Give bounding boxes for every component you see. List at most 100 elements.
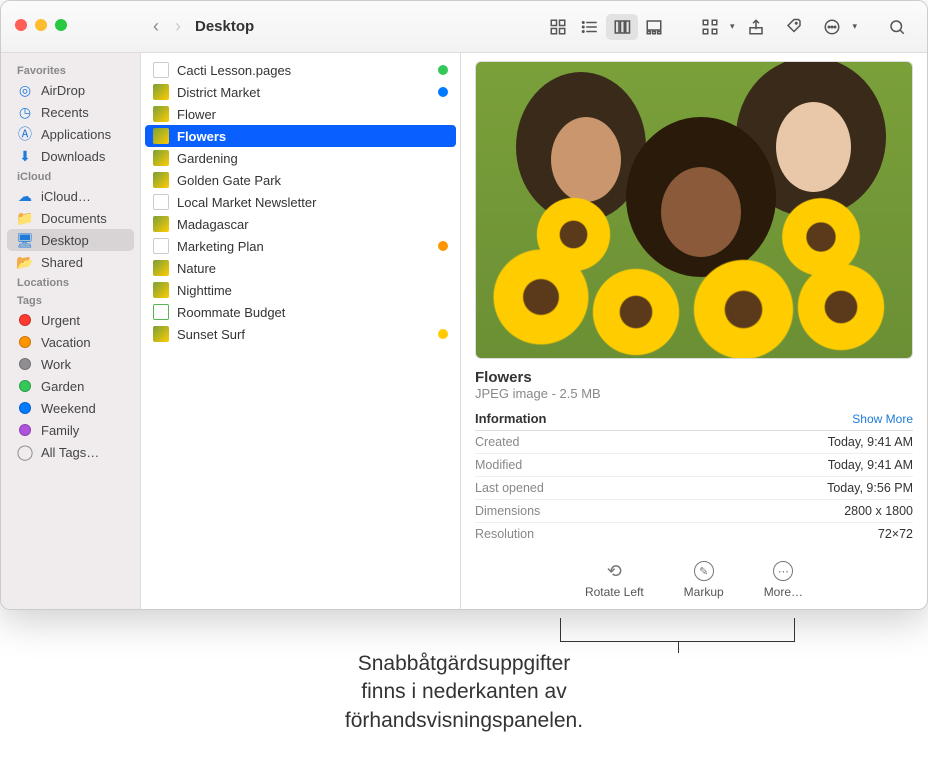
more-button[interactable] — [816, 14, 848, 40]
sidebar-item-label: Family — [41, 423, 79, 438]
sidebar-item-family[interactable]: Family — [1, 419, 140, 441]
file-row[interactable]: Madagascar — [145, 213, 456, 235]
file-name-label: Nature — [177, 261, 448, 276]
minimize-icon[interactable] — [35, 19, 47, 31]
sidebar-item-weekend[interactable]: Weekend — [1, 397, 140, 419]
back-button[interactable]: ‹ — [153, 16, 159, 37]
info-row: Dimensions2800 x 1800 — [475, 499, 913, 522]
markup-button[interactable]: ✎ Markup — [684, 561, 724, 599]
sidebar-item-urgent[interactable]: Urgent — [1, 309, 140, 331]
info-key: Created — [475, 435, 519, 449]
preview-subtitle: JPEG image - 2.5 MB — [475, 386, 913, 401]
file-name-label: Sunset Surf — [177, 327, 430, 342]
tags-button[interactable] — [778, 14, 810, 40]
info-header: Information — [475, 411, 547, 426]
file-thumb-icon — [153, 282, 169, 298]
file-row[interactable]: Gardening — [145, 147, 456, 169]
file-row[interactable]: Nature — [145, 257, 456, 279]
file-row[interactable]: Golden Gate Park — [145, 169, 456, 191]
rotate-icon: ⟲ — [604, 561, 624, 581]
rotate-label: Rotate Left — [585, 585, 644, 599]
sidebar-item-shared[interactable]: 📂 Shared — [1, 251, 140, 273]
markup-label: Markup — [684, 585, 724, 599]
sidebar-item-downloads[interactable]: ⬇Downloads — [1, 145, 140, 167]
tag-dot-icon — [17, 334, 33, 350]
list-view-button[interactable] — [574, 14, 606, 40]
sidebar-item-recents[interactable]: ◷Recents — [1, 101, 140, 123]
close-icon[interactable] — [15, 19, 27, 31]
file-thumb-icon — [153, 84, 169, 100]
sidebar-item-vacation[interactable]: Vacation — [1, 331, 140, 353]
more-label: More… — [764, 585, 803, 599]
file-name-label: Gardening — [177, 151, 448, 166]
annotation-callout: Snabbåtgärdsuppgifter finns i nederkante… — [0, 610, 928, 745]
tag-dot-icon — [17, 400, 33, 416]
share-button[interactable] — [740, 14, 772, 40]
all-tags-icon: ◯ — [17, 444, 33, 460]
sidebar: Favorites◎AirDrop◷RecentsⒶApplications⬇D… — [1, 53, 141, 609]
tag-dot-icon — [17, 356, 33, 372]
file-row[interactable]: Sunset Surf — [145, 323, 456, 345]
sidebar-item-desktop[interactable]: 🖥Desktop — [7, 229, 134, 251]
file-row[interactable]: Flowers — [145, 125, 456, 147]
file-row[interactable]: Local Market Newsletter — [145, 191, 456, 213]
search-button[interactable] — [881, 14, 913, 40]
sidebar-item-applications[interactable]: ⒶApplications — [1, 123, 140, 145]
show-more-button[interactable]: Show More — [852, 412, 913, 426]
file-thumb-icon — [153, 260, 169, 276]
cloud-icon: ☁ — [17, 188, 33, 204]
sidebar-item-label: Desktop — [41, 233, 89, 248]
sidebar-item-label: Weekend — [41, 401, 96, 416]
file-row[interactable]: Flower — [145, 103, 456, 125]
file-tag-dot-icon — [438, 329, 448, 339]
sidebar-item-garden[interactable]: Garden — [1, 375, 140, 397]
icon-view-button[interactable] — [542, 14, 574, 40]
file-row[interactable]: Marketing Plan — [145, 235, 456, 257]
info-value: 72×72 — [878, 527, 913, 541]
preview-image — [475, 61, 913, 359]
sidebar-item-label: Garden — [41, 379, 84, 394]
chevron-down-icon: ▾ — [852, 21, 857, 32]
tag-dot-icon — [17, 312, 33, 328]
file-thumb-icon — [153, 150, 169, 166]
sidebar-item-work[interactable]: Work — [1, 353, 140, 375]
sidebar-item-icloud-[interactable]: ☁iCloud… — [1, 185, 140, 207]
forward-button[interactable]: › — [175, 16, 181, 37]
group-by-button[interactable] — [694, 14, 726, 40]
view-mode-group — [542, 14, 670, 40]
quick-actions: ⟲ Rotate Left ✎ Markup ⋯ More… — [475, 545, 913, 599]
gallery-view-button[interactable] — [638, 14, 670, 40]
sidebar-item-label: Shared — [41, 255, 83, 270]
sidebar-item-all-tags-[interactable]: ◯All Tags… — [1, 441, 140, 463]
info-key: Last opened — [475, 481, 544, 495]
window-title: Desktop — [195, 18, 254, 35]
callout-bracket — [560, 618, 795, 642]
column-view-button[interactable] — [606, 14, 638, 40]
file-tag-dot-icon — [438, 65, 448, 75]
tag-dot-icon — [17, 422, 33, 438]
sidebar-item-documents[interactable]: 📁 Documents — [1, 207, 140, 229]
titlebar: ‹ › Desktop ▾ ▾ — [1, 1, 927, 53]
file-row[interactable]: Nighttime — [145, 279, 456, 301]
info-value: Today, 9:41 AM — [828, 435, 913, 449]
file-thumb-icon — [153, 216, 169, 232]
file-row[interactable]: District Market — [145, 81, 456, 103]
preview-pane: Flowers JPEG image - 2.5 MB Information … — [461, 53, 927, 609]
file-name-label: Local Market Newsletter — [177, 195, 448, 210]
apps-icon: Ⓐ — [17, 126, 33, 142]
sidebar-item-label: Documents — [41, 211, 107, 226]
file-name-label: Flower — [177, 107, 448, 122]
sidebar-item-airdrop[interactable]: ◎AirDrop — [1, 79, 140, 101]
sidebar-item-label: Vacation — [41, 335, 91, 350]
more-actions-button[interactable]: ⋯ More… — [764, 561, 803, 599]
folder-icon: 📁 — [17, 210, 33, 226]
rotate-left-button[interactable]: ⟲ Rotate Left — [585, 561, 644, 599]
shared-icon: 📂 — [17, 254, 33, 270]
file-row[interactable]: Cacti Lesson.pages — [145, 59, 456, 81]
annotation-line: förhandsvisningspanelen. — [345, 709, 583, 732]
info-row: ModifiedToday, 9:41 AM — [475, 453, 913, 476]
file-list: Cacti Lesson.pagesDistrict Market Flower F… — [141, 53, 461, 609]
download-icon: ⬇ — [17, 148, 33, 164]
file-row[interactable]: Roommate Budget — [145, 301, 456, 323]
zoom-icon[interactable] — [55, 19, 67, 31]
